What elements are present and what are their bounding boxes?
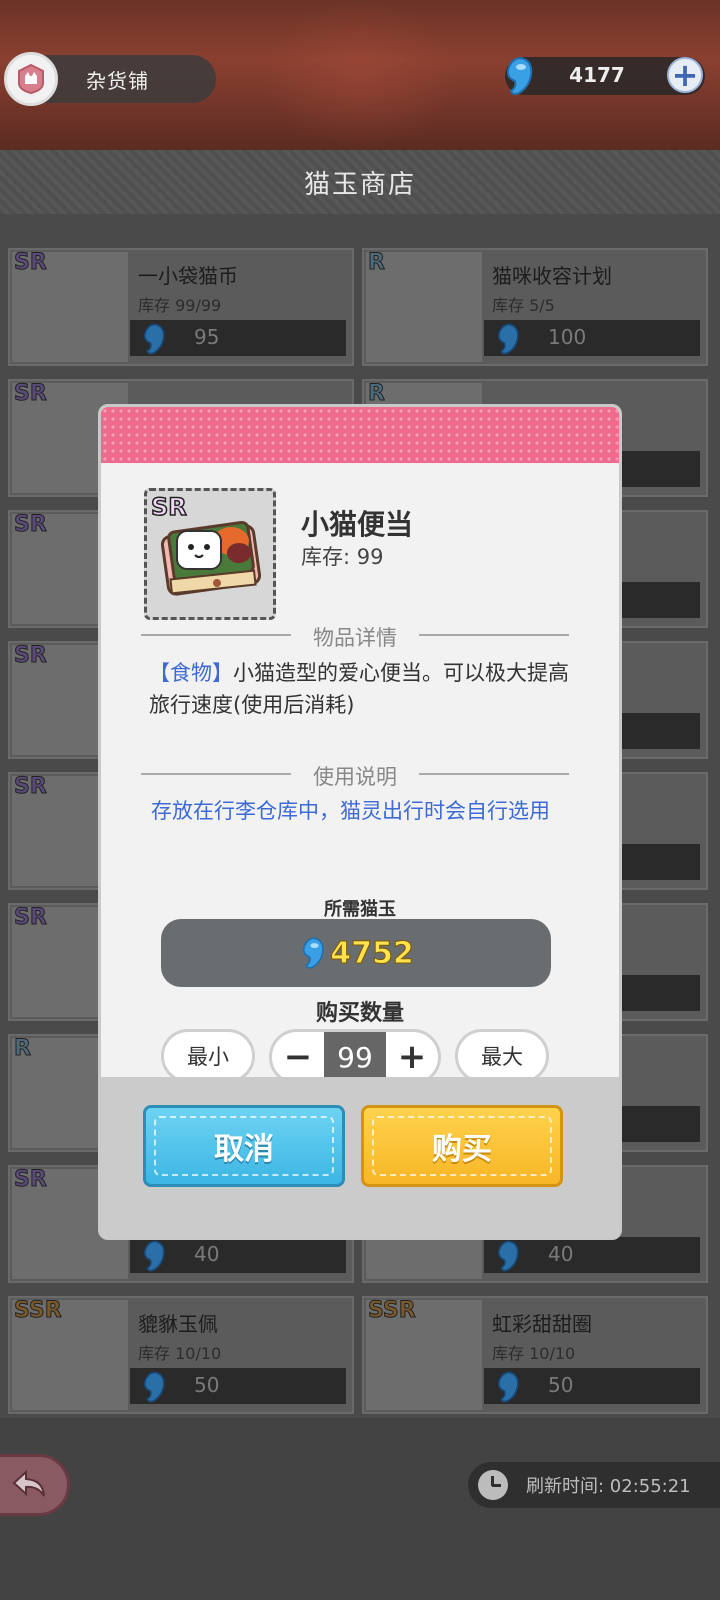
back-button[interactable] bbox=[0, 1454, 70, 1516]
item-price: 40 bbox=[194, 1242, 220, 1266]
item-name: 小猫便当 bbox=[301, 508, 414, 541]
item-name: 貔貅玉佩 bbox=[138, 1312, 218, 1336]
bottom-area bbox=[0, 1418, 720, 1600]
item-stock: 库存 5/5 bbox=[492, 296, 555, 315]
rarity-badge: SR bbox=[14, 250, 48, 276]
cancel-label: 取消 bbox=[214, 1132, 274, 1167]
price-bar: 40 bbox=[484, 1237, 700, 1273]
cost-display: 4752 bbox=[161, 919, 551, 987]
cat-jade-icon bbox=[506, 56, 533, 96]
plus-icon: + bbox=[397, 1037, 427, 1077]
item-price: 100 bbox=[548, 325, 587, 349]
rarity-badge: SR bbox=[14, 643, 48, 669]
shop-item-card[interactable]: SSR 虹彩甜甜圈库存 10/10 50 bbox=[362, 1296, 708, 1414]
item-stock: 库存 10/10 bbox=[492, 1344, 576, 1363]
quantity-value[interactable]: 99 bbox=[324, 1032, 386, 1082]
currency-amount: 4177 bbox=[569, 63, 625, 87]
rarity-badge: R bbox=[368, 250, 386, 276]
top-bar: 杂货铺 4177 + bbox=[0, 0, 720, 150]
cancel-button[interactable]: 取消 bbox=[143, 1105, 345, 1187]
details-section-title: 物品详情 bbox=[141, 622, 569, 652]
cat-jade-icon bbox=[492, 1370, 522, 1408]
usage-text: 存放在行李仓库中，猫灵出行时会自行选用 bbox=[151, 799, 550, 823]
refresh-time-text: 刷新时间: 02:55:21 bbox=[526, 1476, 691, 1497]
cat-jade-icon bbox=[138, 1239, 168, 1277]
shop-title-bar: 猫玉商店 bbox=[0, 150, 720, 214]
shop-item-card[interactable]: SSR 貔貅玉佩库存 10/10 50 bbox=[8, 1296, 354, 1414]
buy-button[interactable]: 购买 bbox=[361, 1105, 563, 1187]
quantity-label: 购买数量 bbox=[315, 1001, 404, 1026]
item-name: 一小袋猫币 bbox=[138, 264, 238, 288]
item-price: 50 bbox=[548, 1373, 574, 1397]
price-bar: 50 bbox=[130, 1368, 346, 1404]
shop-tab[interactable]: 杂货铺 bbox=[4, 52, 216, 106]
rarity-badge: R bbox=[368, 381, 386, 407]
decrease-button[interactable]: − bbox=[272, 1032, 324, 1082]
shop-icon bbox=[4, 52, 58, 106]
item-name: 虹彩甜甜圈 bbox=[492, 1312, 592, 1336]
currency-display: 4177 + bbox=[505, 56, 705, 96]
plus-icon: + bbox=[671, 56, 699, 94]
cost-label: 所需猫玉 bbox=[324, 899, 396, 920]
max-label: 最大 bbox=[481, 1045, 523, 1069]
item-price: 40 bbox=[548, 1242, 574, 1266]
price-bar: 95 bbox=[130, 320, 346, 356]
rarity-badge: SSR bbox=[368, 1298, 417, 1324]
min-quantity-button[interactable]: 最小 bbox=[161, 1029, 255, 1083]
rarity-badge: SR bbox=[150, 492, 187, 522]
item-stock: 库存 10/10 bbox=[138, 1344, 222, 1363]
rarity-badge: SSR bbox=[14, 1298, 63, 1324]
page-title: 猫玉商店 bbox=[303, 169, 416, 200]
dialog-footer: 取消 购买 bbox=[101, 1077, 619, 1237]
shop-item-card[interactable]: R 猫咪收容计划库存 5/5 100 bbox=[362, 248, 708, 366]
item-image-frame: SR bbox=[144, 488, 276, 620]
rarity-badge: SR bbox=[14, 381, 48, 407]
usage-section-title: 使用说明 bbox=[141, 761, 569, 791]
back-arrow-icon bbox=[12, 1469, 45, 1497]
clock-icon bbox=[478, 1470, 508, 1500]
price-bar: 100 bbox=[484, 320, 700, 356]
rarity-badge: R bbox=[14, 1036, 32, 1062]
category-tag: 【食物】 bbox=[149, 661, 233, 685]
price-bar: 40 bbox=[130, 1237, 346, 1273]
minus-icon: − bbox=[283, 1037, 313, 1077]
item-name: 猫咪收容计划 bbox=[492, 264, 612, 288]
cost-value: 4752 bbox=[330, 935, 414, 971]
rarity-badge: SR bbox=[14, 774, 48, 800]
rarity-badge: SR bbox=[14, 512, 48, 538]
cat-jade-icon bbox=[138, 322, 168, 360]
purchase-dialog: SR 小猫便当 库存: 99 物品详情 【食物】小猫造型的爱心便当。可以极大提高… bbox=[98, 404, 622, 1240]
rarity-badge: SR bbox=[14, 1167, 48, 1193]
dialog-header bbox=[101, 407, 619, 463]
shop-name: 杂货铺 bbox=[86, 68, 149, 93]
refresh-timer: 刷新时间: 02:55:21 bbox=[468, 1462, 720, 1508]
item-description: 【食物】小猫造型的爱心便当。可以极大提高旅行速度(使用后消耗) bbox=[149, 657, 569, 721]
cat-jade-icon bbox=[492, 1239, 522, 1277]
add-currency-button[interactable]: + bbox=[667, 57, 703, 93]
item-price: 50 bbox=[194, 1373, 220, 1397]
buy-label: 购买 bbox=[432, 1132, 492, 1167]
item-price: 95 bbox=[194, 325, 220, 349]
increase-button[interactable]: + bbox=[386, 1032, 438, 1082]
max-quantity-button[interactable]: 最大 bbox=[455, 1029, 549, 1083]
shop-item-card[interactable]: SR 一小袋猫币库存 99/99 95 bbox=[8, 248, 354, 366]
cat-jade-icon bbox=[138, 1370, 168, 1408]
min-label: 最小 bbox=[187, 1045, 229, 1069]
price-bar: 50 bbox=[484, 1368, 700, 1404]
item-stock: 库存 99/99 bbox=[138, 296, 222, 315]
item-stock: 库存: 99 bbox=[301, 545, 384, 569]
rarity-badge: SR bbox=[14, 905, 48, 931]
cat-jade-icon bbox=[492, 322, 522, 360]
cat-jade-icon bbox=[303, 937, 325, 969]
